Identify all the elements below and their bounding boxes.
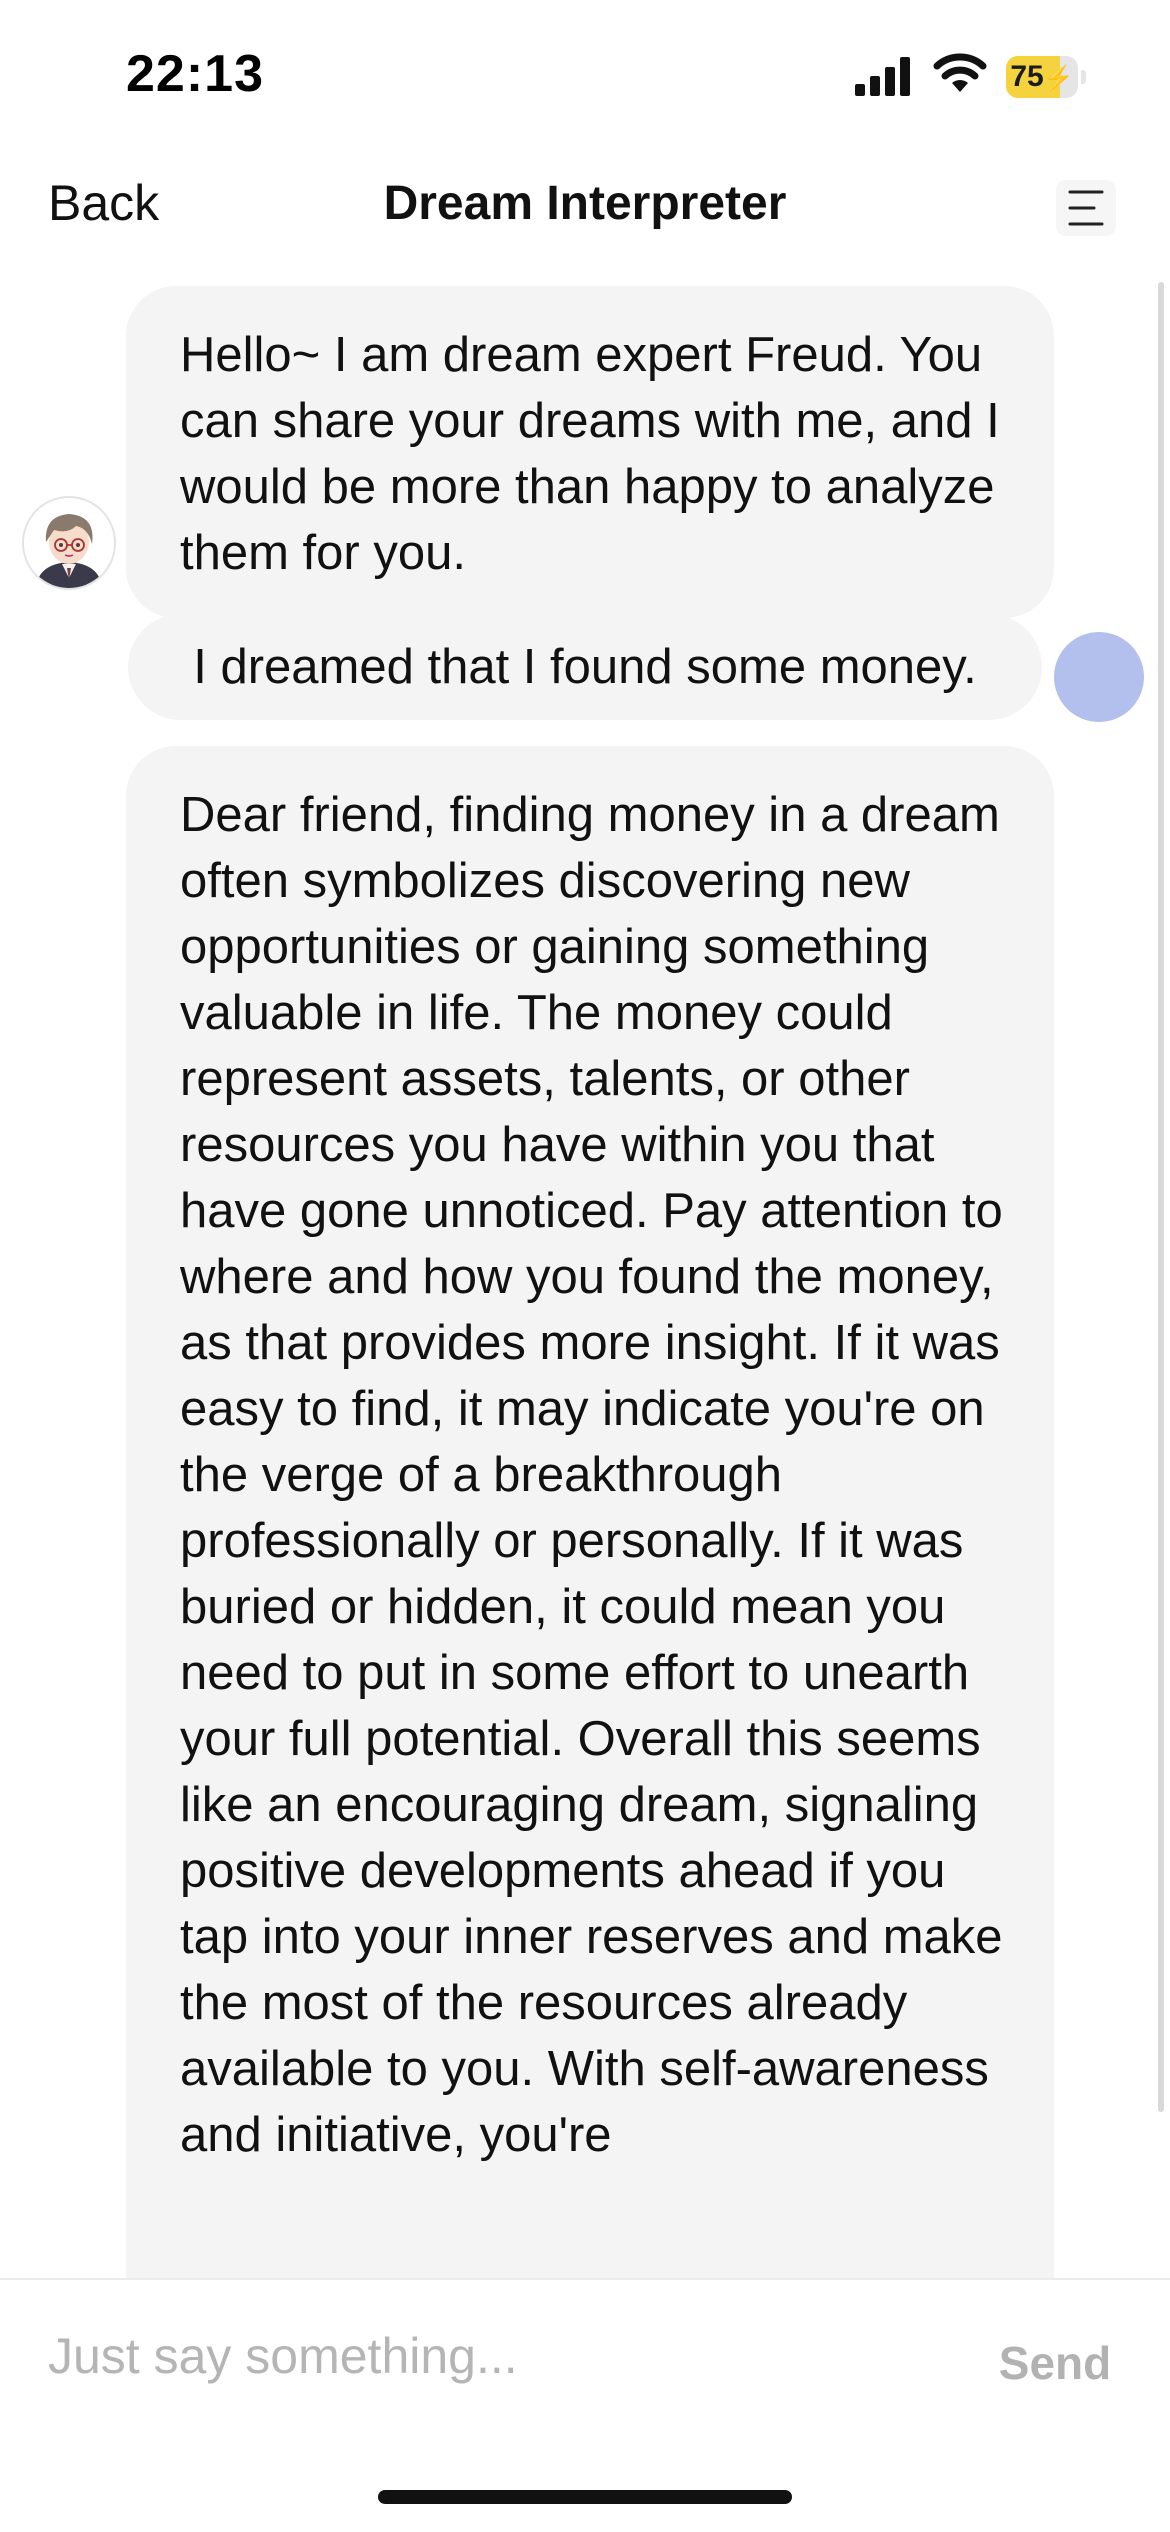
freud-avatar-icon	[24, 498, 114, 588]
battery-level-value: 75	[1010, 60, 1044, 93]
menu-lines-icon	[1068, 190, 1104, 226]
charging-bolt-icon: ⚡	[1043, 65, 1074, 92]
wifi-icon	[933, 53, 987, 92]
battery-level: 75⚡	[1006, 56, 1078, 98]
assistant-message: Dear friend, finding money in a dream of…	[126, 746, 1054, 2278]
user-avatar	[1054, 632, 1144, 722]
input-bar: Send	[0, 2278, 1170, 2440]
message-input[interactable]	[48, 2316, 928, 2396]
back-button[interactable]: Back	[48, 174, 159, 232]
chat-scrollbar[interactable]	[1158, 282, 1164, 2112]
battery-icon: 75⚡	[1006, 56, 1086, 98]
assistant-avatar	[24, 498, 114, 588]
battery-tip	[1081, 70, 1086, 84]
status-bar: 22:13 75⚡	[0, 0, 1170, 150]
page-title: Dream Interpreter	[383, 177, 787, 230]
status-time: 22:13	[126, 45, 264, 103]
chat-area[interactable]: Hello~ I am dream expert Freud. You can …	[0, 270, 1170, 2278]
battery-body: 75⚡	[1006, 56, 1078, 98]
signal-icon	[855, 57, 910, 96]
user-message: I dreamed that I found some money.	[128, 614, 1042, 720]
send-button[interactable]: Send	[985, 2328, 1125, 2398]
menu-icon[interactable]	[1056, 180, 1116, 236]
home-indicator[interactable]	[378, 2490, 792, 2504]
assistant-message: Hello~ I am dream expert Freud. You can …	[126, 286, 1054, 618]
